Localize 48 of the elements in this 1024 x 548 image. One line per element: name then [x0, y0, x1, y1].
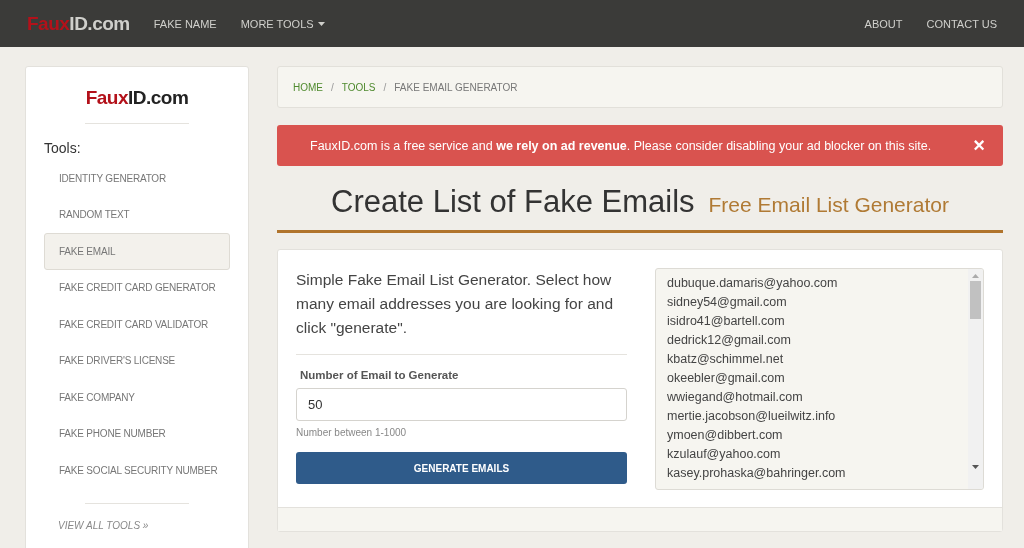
breadcrumb-item: FAKE EMAIL GENERATOR — [394, 81, 518, 93]
caret-icon — [317, 21, 325, 26]
sidebar-item[interactable]: FAKE CREDIT CARD VALIDATOR — [44, 306, 230, 343]
sidebar-logo[interactable]: FauxID.com — [85, 87, 189, 109]
email-address: ymoen@dibbert.com — [667, 427, 784, 444]
email-address: kasey.prohaska@bahringer.com — [667, 465, 847, 482]
scroll-down-icon[interactable] — [972, 465, 979, 469]
sidebar-item[interactable]: FAKE EMAIL — [44, 233, 230, 270]
count-input-field[interactable]: 50 — [296, 388, 627, 421]
generate-button[interactable]: GENERATE EMAILS — [296, 452, 627, 484]
sidebar-heading: Tools: — [44, 140, 81, 156]
sidebar-item[interactable]: FAKE COMPANY — [44, 379, 230, 416]
breadcrumb-separator: / — [331, 81, 334, 93]
field-label: Number of Email to Generate — [300, 369, 460, 381]
email-address: isidro41@bartell.com — [667, 313, 786, 330]
breadcrumb-item[interactable]: HOME — [293, 81, 323, 93]
description-text: Simple Fake Email List Generator. Select how many email addresses you are looking for and click "generate". — [296, 270, 615, 338]
sidebar-item[interactable]: FAKE CREDIT CARD GENERATOR — [44, 269, 230, 306]
sidebar-item[interactable]: FAKE DRIVER'S LICENSE — [44, 342, 230, 379]
breadcrumb-separator: / — [383, 81, 387, 93]
page-subtitle: Free Email List Generator — [708, 193, 949, 217]
nav-link[interactable]: ABOUT — [864, 17, 903, 30]
breadcrumb-item[interactable]: TOOLS — [341, 81, 376, 93]
nav-link[interactable]: MORE TOOLS — [240, 17, 325, 30]
view-all-link[interactable]: VIEW ALL TOOLS » — [58, 519, 149, 531]
email-address: dubuque.damaris@yahoo.com — [667, 275, 839, 292]
site-logo[interactable]: FauxID.com — [27, 12, 130, 35]
email-address: kzulauf@yahoo.com — [667, 446, 782, 463]
sidebar-item[interactable]: RANDOM TEXT — [44, 196, 230, 233]
help-text: Number between 1-1000 — [296, 427, 408, 438]
sidebar-item[interactable]: IDENTITY GENERATOR — [44, 160, 230, 197]
email-list-box[interactable] — [655, 268, 984, 490]
nav-link[interactable]: FAKE NAME — [153, 17, 217, 30]
email-address: mertie.jacobson@lueilwitz.info — [667, 408, 837, 425]
scroll-thumb[interactable] — [970, 281, 981, 319]
email-address: okeebler@gmail.com — [667, 370, 786, 387]
sidebar-item[interactable]: FAKE PHONE NUMBER — [44, 415, 230, 452]
email-address: dedrick12@gmail.com — [667, 332, 792, 349]
email-address: wwiegand@hotmail.com — [667, 389, 804, 406]
scrollbar[interactable] — [968, 269, 983, 489]
email-address: sidney54@gmail.com — [667, 294, 788, 311]
alert-text: FauxID.com is a free service and we rely on ad revenue. Please consider disabling your ad blocker on this site. — [310, 138, 933, 153]
sidebar-item[interactable]: FAKE SOCIAL SECURITY NUMBER — [44, 452, 230, 489]
scroll-up-icon[interactable] — [972, 274, 979, 278]
page-title: Create List of Fake Emails — [331, 184, 695, 220]
email-address: kbatz@schimmel.net — [667, 351, 785, 368]
nav-link[interactable]: CONTACT US — [926, 17, 997, 30]
close-button[interactable]: × — [973, 134, 985, 157]
